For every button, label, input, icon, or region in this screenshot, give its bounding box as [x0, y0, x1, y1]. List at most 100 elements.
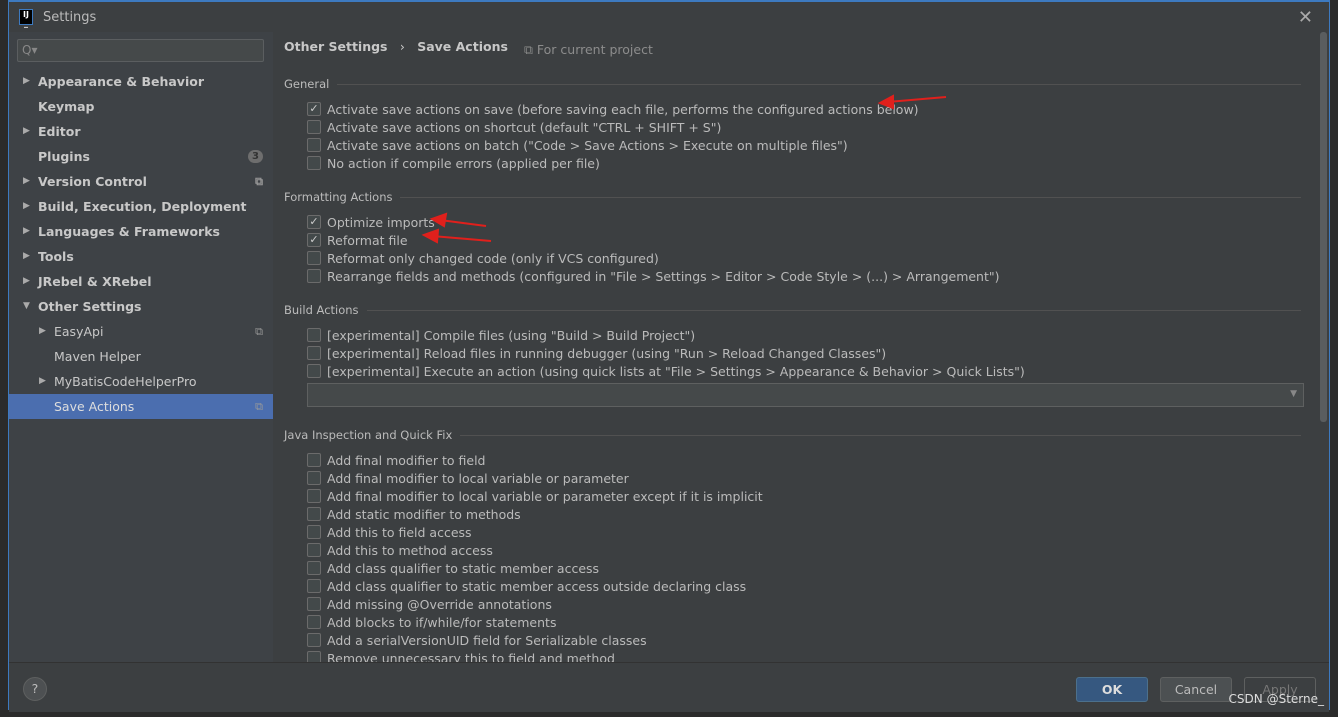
option-checkbox[interactable]: Add this to field access: [307, 523, 472, 541]
option-checkbox[interactable]: [experimental] Compile files (using "Bui…: [307, 326, 695, 344]
option-checkbox[interactable]: Activate save actions on shortcut (defau…: [307, 118, 721, 136]
sidebar-item[interactable]: Maven Helper: [9, 344, 273, 369]
sidebar-item-label: Version Control: [38, 174, 147, 189]
checkbox-icon[interactable]: [307, 251, 321, 265]
checkbox-icon[interactable]: [307, 138, 321, 152]
checkbox-icon[interactable]: [307, 507, 321, 521]
sidebar-item-label: Editor: [38, 124, 81, 139]
option-checkbox[interactable]: Add a serialVersionUID field for Seriali…: [307, 631, 647, 649]
checkbox-icon[interactable]: [307, 633, 321, 647]
chevron-right-icon[interactable]: ▶: [23, 194, 30, 219]
option-checkbox[interactable]: ✓ Reformat file: [307, 231, 408, 249]
close-icon[interactable]: ✕: [1298, 7, 1313, 28]
sidebar-item[interactable]: ▶ MyBatisCodeHelperPro: [9, 369, 273, 394]
checkbox-checked-icon[interactable]: ✓: [307, 215, 321, 229]
option-checkbox[interactable]: Add final modifier to field: [307, 451, 485, 469]
quick-list-dropdown[interactable]: ▼: [307, 383, 1304, 407]
sidebar-item-label: Plugins: [38, 149, 90, 164]
sidebar-item[interactable]: Plugins 3: [9, 144, 273, 169]
checkbox-icon[interactable]: [307, 156, 321, 170]
sidebar-item[interactable]: ▶ Appearance & Behavior: [9, 69, 273, 94]
sidebar-item[interactable]: ▶ Languages & Frameworks: [9, 219, 273, 244]
scrollbar[interactable]: [1320, 32, 1327, 422]
option-label: Optimize imports: [327, 214, 435, 230]
option-checkbox[interactable]: Rearrange fields and methods (configured…: [307, 267, 1000, 285]
sidebar-item-label: Maven Helper: [54, 349, 141, 364]
checkbox-icon[interactable]: [307, 453, 321, 467]
checkbox-checked-icon[interactable]: ✓: [307, 102, 321, 116]
option-checkbox[interactable]: No action if compile errors (applied per…: [307, 154, 600, 172]
option-label: Add final modifier to field: [327, 452, 486, 468]
search-input[interactable]: Q▾: [17, 39, 264, 62]
option-checkbox[interactable]: [experimental] Reload files in running d…: [307, 344, 886, 362]
option-checkbox[interactable]: Add missing @Override annotations: [307, 595, 552, 613]
option-checkbox[interactable]: Activate save actions on batch ("Code > …: [307, 136, 848, 154]
chevron-right-icon[interactable]: ▶: [23, 269, 30, 294]
option-label: Reformat file: [327, 232, 408, 248]
option-checkbox[interactable]: Add final modifier to local variable or …: [307, 469, 629, 487]
option-checkbox[interactable]: Reformat only changed code (only if VCS …: [307, 249, 659, 267]
breadcrumb-parent[interactable]: Other Settings: [284, 39, 388, 54]
option-checkbox[interactable]: Add class qualifier to static member acc…: [307, 559, 599, 577]
checkbox-icon[interactable]: [307, 328, 321, 342]
sidebar-item[interactable]: ▶ Tools: [9, 244, 273, 269]
checkbox-icon[interactable]: [307, 525, 321, 539]
chevron-right-icon[interactable]: ▶: [23, 169, 30, 194]
sidebar-item[interactable]: ▶ Editor: [9, 119, 273, 144]
checkbox-icon[interactable]: [307, 269, 321, 283]
breadcrumb-current: Save Actions: [417, 39, 508, 54]
option-checkbox[interactable]: ✓ Activate save actions on save (before s…: [307, 100, 919, 118]
checkbox-icon[interactable]: [307, 579, 321, 593]
section-title: Formatting Actions: [284, 190, 393, 204]
sidebar-item[interactable]: ▼ Other Settings: [9, 294, 273, 319]
option-label: Activate save actions on shortcut (defau…: [327, 119, 722, 135]
checkbox-icon[interactable]: [307, 597, 321, 611]
section-header: Java Inspection and Quick Fix: [284, 428, 1301, 442]
checkbox-icon[interactable]: [307, 543, 321, 557]
checkbox-checked-icon[interactable]: ✓: [307, 233, 321, 247]
chevron-down-icon[interactable]: ▼: [23, 294, 30, 319]
sidebar-item[interactable]: ▶ EasyApi ⧉: [9, 319, 273, 344]
sidebar-item-label: Save Actions: [54, 399, 135, 414]
option-checkbox[interactable]: Add static modifier to methods: [307, 505, 521, 523]
checkbox-icon[interactable]: [307, 471, 321, 485]
breadcrumb-separator: ›: [399, 39, 405, 54]
intellij-logo-icon: IJ _: [19, 9, 33, 28]
chevron-right-icon[interactable]: ▶: [39, 319, 46, 344]
sidebar-item[interactable]: Save Actions ⧉: [9, 394, 273, 419]
sidebar-item[interactable]: ▶ JRebel & XRebel: [9, 269, 273, 294]
option-checkbox[interactable]: ✓ Optimize imports: [307, 213, 435, 231]
chevron-right-icon[interactable]: ▶: [23, 244, 30, 269]
sidebar-item-label: Languages & Frameworks: [38, 224, 220, 239]
option-checkbox[interactable]: Add final modifier to local variable or …: [307, 487, 763, 505]
checkbox-icon[interactable]: [307, 615, 321, 629]
sidebar-item-label: MyBatisCodeHelperPro: [54, 374, 197, 389]
option-checkbox[interactable]: Add this to method access: [307, 541, 493, 559]
ok-button[interactable]: OK: [1076, 677, 1148, 702]
checkbox-icon[interactable]: [307, 651, 321, 662]
sidebar-item[interactable]: ▶ Version Control ⧉: [9, 169, 273, 194]
checkbox-icon[interactable]: [307, 120, 321, 134]
cancel-button[interactable]: Cancel: [1160, 677, 1232, 702]
sidebar-item[interactable]: ▶ Build, Execution, Deployment: [9, 194, 273, 219]
option-label: Activate save actions on batch ("Code > …: [327, 137, 848, 153]
option-checkbox[interactable]: Remove unnecessary this to field and met…: [307, 649, 615, 662]
checkbox-icon[interactable]: [307, 489, 321, 503]
checkbox-icon[interactable]: [307, 346, 321, 360]
help-button[interactable]: ?: [23, 677, 47, 701]
chevron-right-icon[interactable]: ▶: [39, 369, 46, 394]
chevron-right-icon[interactable]: ▶: [23, 119, 30, 144]
option-label: Add final modifier to local variable or …: [327, 488, 763, 504]
chevron-right-icon[interactable]: ▶: [23, 219, 30, 244]
checkbox-icon[interactable]: [307, 561, 321, 575]
option-checkbox[interactable]: Add class qualifier to static member acc…: [307, 577, 746, 595]
option-checkbox[interactable]: Add blocks to if/while/for statements: [307, 613, 556, 631]
section-title: General: [284, 77, 330, 91]
sidebar-item-label: JRebel & XRebel: [38, 274, 152, 289]
chevron-right-icon[interactable]: ▶: [23, 69, 30, 94]
checkbox-icon[interactable]: [307, 364, 321, 378]
option-checkbox[interactable]: [experimental] Execute an action (using …: [307, 362, 1025, 380]
sidebar-item[interactable]: Keymap: [9, 94, 273, 119]
option-label: [experimental] Execute an action (using …: [327, 363, 1025, 379]
sidebar: Q▾ ▶ Appearance & Behavior Keymap ▶ Editor Pl…: [9, 32, 273, 662]
